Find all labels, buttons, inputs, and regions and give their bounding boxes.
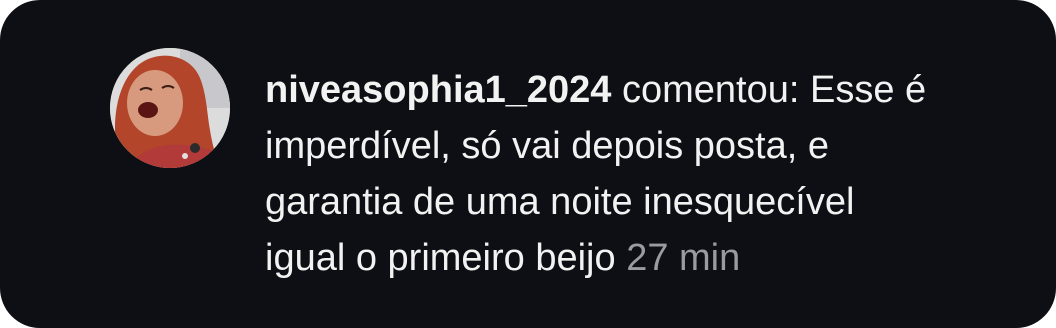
comment-line-3: garantia de uma noite inesquecível bbox=[265, 181, 855, 223]
comment-line-1: niveasophia1_2024 comentou: Esse é bbox=[265, 62, 1025, 118]
comment-text: niveasophia1_2024 comentou: Esse é imper… bbox=[265, 62, 1025, 286]
comment-body-4: igual o primeiro beijo bbox=[265, 237, 616, 279]
timestamp: 27 min bbox=[626, 237, 741, 279]
comment-notification-card[interactable]: niveasophia1_2024 comentou: Esse é imper… bbox=[0, 0, 1056, 328]
profile-photo-icon bbox=[110, 48, 230, 168]
comment-line-2: imperdível, só vai depois posta, e bbox=[265, 125, 829, 167]
action-text: comentou: bbox=[622, 69, 800, 111]
avatar[interactable] bbox=[110, 48, 230, 168]
comment-line-4: igual o primeiro beijo 27 min bbox=[265, 230, 1025, 286]
comment-body-1: Esse é bbox=[810, 69, 927, 111]
username[interactable]: niveasophia1_2024 bbox=[265, 69, 611, 111]
